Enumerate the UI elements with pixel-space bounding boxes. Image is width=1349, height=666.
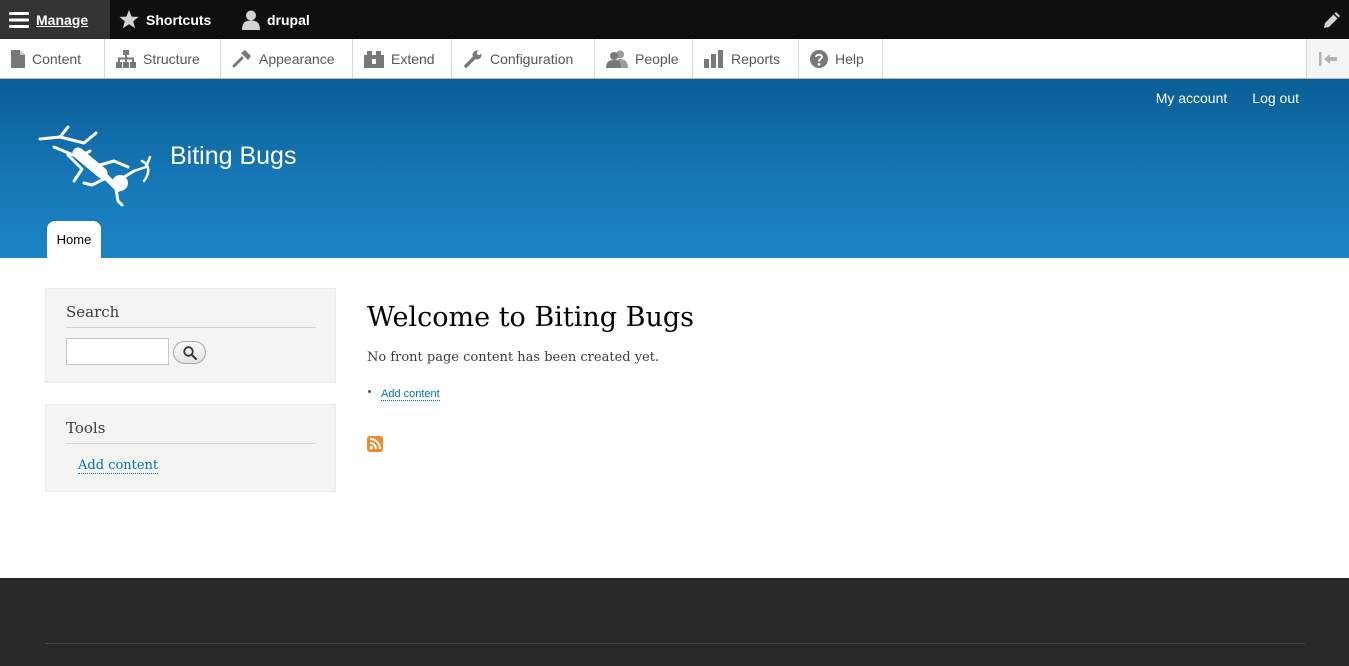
- search-block: Search: [45, 288, 336, 383]
- menu-icon: [9, 11, 29, 28]
- log-out-link[interactable]: Log out: [1252, 90, 1299, 106]
- tray-item-content[interactable]: Content: [0, 39, 105, 78]
- people-icon: [606, 50, 628, 68]
- reports-icon: [704, 49, 723, 68]
- site-header: My account Log out Biting Bugs Home: [0, 79, 1349, 258]
- shortcuts-label: Shortcuts: [146, 11, 212, 28]
- content-icon: [11, 49, 25, 68]
- collapse-icon: [1319, 51, 1337, 66]
- footer-divider: [45, 643, 1305, 644]
- search-icon: [182, 345, 197, 360]
- tray-label-configuration: Configuration: [490, 50, 574, 67]
- search-button[interactable]: [173, 341, 206, 364]
- add-content-link[interactable]: Add content: [381, 388, 440, 401]
- rss-feed-link[interactable]: [367, 436, 383, 452]
- shortcuts-button[interactable]: Shortcuts: [110, 0, 211, 39]
- admin-toolbar: Manage Shortcuts drupal: [0, 0, 1349, 39]
- appearance-icon: [232, 49, 251, 67]
- page-title: Welcome to Biting Bugs: [367, 302, 694, 333]
- tools-add-content-link[interactable]: Add content: [78, 458, 159, 474]
- tools-block-title: Tools: [66, 419, 316, 444]
- manage-button[interactable]: Manage: [0, 0, 110, 39]
- site-footer: [0, 578, 1349, 666]
- tray-item-people[interactable]: People: [595, 39, 693, 78]
- action-item: Add content: [381, 382, 440, 401]
- tray-label-help: Help: [835, 50, 864, 67]
- secondary-menu: My account Log out: [1156, 90, 1299, 106]
- edit-button[interactable]: [1315, 0, 1349, 39]
- tray-item-help[interactable]: Help: [799, 39, 883, 78]
- tray-label-people: People: [635, 50, 679, 67]
- tray-item-configuration[interactable]: Configuration: [452, 39, 595, 78]
- search-block-title: Search: [66, 303, 316, 328]
- user-label: drupal: [267, 11, 310, 28]
- tray-label-content: Content: [32, 50, 82, 67]
- site-name[interactable]: Biting Bugs: [170, 142, 296, 171]
- main-menu-home-tab[interactable]: Home: [47, 221, 101, 258]
- action-links: Add content: [368, 382, 440, 401]
- rss-icon: [367, 436, 383, 452]
- user-button[interactable]: drupal: [233, 0, 310, 39]
- list-bullet: [368, 390, 371, 393]
- wrench-icon: [464, 50, 482, 68]
- tray-item-extend[interactable]: Extend: [353, 39, 452, 78]
- star-icon: [119, 10, 139, 29]
- extend-icon: [364, 50, 384, 68]
- tray-label-reports: Reports: [731, 50, 781, 67]
- admin-tray: Content Structure Appearance Extend Conf…: [0, 39, 1349, 79]
- search-input[interactable]: [66, 338, 169, 365]
- tray-label-extend: Extend: [391, 50, 435, 67]
- site-logo[interactable]: [38, 125, 152, 211]
- tray-item-appearance[interactable]: Appearance: [221, 39, 353, 78]
- tools-block: Tools Add content: [45, 404, 336, 492]
- structure-icon: [116, 49, 136, 68]
- user-icon: [242, 10, 260, 30]
- tray-orientation-toggle[interactable]: [1306, 39, 1349, 78]
- manage-label: Manage: [36, 11, 89, 28]
- tray-label-structure: Structure: [143, 50, 200, 67]
- tray-item-structure[interactable]: Structure: [105, 39, 221, 78]
- my-account-link[interactable]: My account: [1156, 90, 1228, 106]
- tray-item-reports[interactable]: Reports: [693, 39, 799, 78]
- bug-logo-icon: [38, 125, 152, 207]
- help-icon: [810, 49, 828, 68]
- pencil-icon: [1324, 11, 1340, 28]
- tray-label-appearance: Appearance: [259, 50, 335, 67]
- empty-front-page-message: No front page content has been created y…: [367, 350, 660, 365]
